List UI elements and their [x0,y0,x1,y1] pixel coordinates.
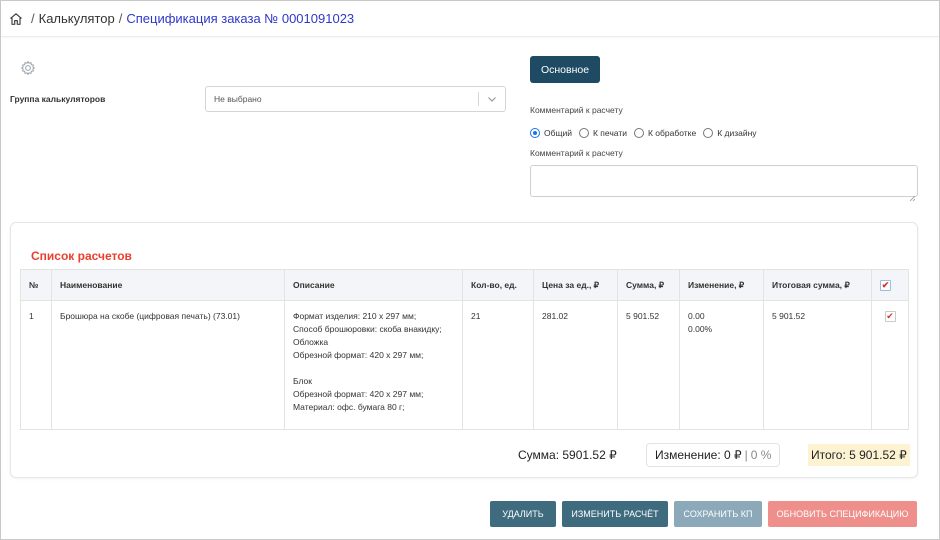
calculator-group-label: Группа калькуляторов [10,94,106,104]
home-icon[interactable] [9,12,23,26]
comment-textarea[interactable] [530,165,918,202]
radio-processing-indicator[interactable] [633,128,644,138]
description-line: Обложка [293,337,329,347]
column-header-unit-price: Цена за ед., ₽ [533,269,618,301]
breadcrumb-item-calculator[interactable]: Калькулятор [39,11,115,26]
select-divider [478,92,479,106]
radio-general-label: Общий [544,128,572,138]
row-unit-price: 281.02 [533,300,618,430]
save-kp-button[interactable]: Сохранить КП [674,501,762,527]
change-total-separator: | [744,448,748,462]
row-total: 5 901.52 [763,300,872,430]
gear-icon[interactable] [20,60,36,76]
description-line: Материал: офс. бумага 80 г; [293,402,405,412]
column-header-description: Описание [284,269,463,301]
change-total-percent: 0 % [750,448,772,462]
description-line: Блок [293,376,312,386]
change-total-value: Изменение: 0 ₽ [655,448,742,462]
comment-field-label: Комментарий к расчету [530,148,623,158]
row-change: 0.00 0.00% [679,300,764,430]
breadcrumb-separator: / [31,11,35,26]
radio-design-label: К дизайну [717,128,757,138]
comment-type-label: Комментарий к расчету [530,105,623,115]
chevron-down-icon [487,94,497,104]
column-header-sum: Сумма, ₽ [617,269,680,301]
description-line: Обрезной формат: 420 x 297 мм; [293,389,424,399]
resize-grip-icon[interactable] [909,188,916,202]
row-quantity: 21 [462,300,534,430]
select-all-checkbox[interactable]: ✔ [880,279,891,291]
row-change-value: 0.00 [688,311,705,321]
breadcrumb-item-specification[interactable]: Спецификация заказа № 0001091023 [126,11,354,26]
radio-processing-label: К обработке [647,128,697,138]
row-sum: 5 901.52 [617,300,680,430]
radio-design[interactable]: К дизайну [703,128,757,138]
radio-processing[interactable]: К обработке [633,128,697,138]
row-checkbox[interactable]: ✔ [884,311,896,322]
row-select: ✔ [871,300,909,430]
calculation-table: № Наименование Описание Кол-во, ед. Цена… [20,269,909,430]
calculator-group-select[interactable]: Не выбрано [205,86,506,112]
sum-total: Сумма: 5901.52 ₽ [518,448,617,462]
calculation-list-title: Список расчетов [31,249,132,263]
column-header-number: № [20,269,52,301]
breadcrumb-separator: / [118,11,123,26]
column-header-change: Изменение, ₽ [679,269,764,301]
description-line: Способ брошюровки: скоба внакидку; [293,324,442,334]
calculator-group-value: Не выбрано [214,94,262,104]
calculation-list-card: Список расчетов № Наименование Описание … [10,222,918,478]
radio-design-indicator[interactable] [703,128,714,138]
column-header-select: ✔ [871,269,909,301]
main-tab-button[interactable]: Основное [530,56,600,83]
radio-general-indicator[interactable] [530,128,540,138]
radio-general[interactable]: Общий [530,128,572,138]
radio-print-indicator[interactable] [578,128,589,138]
comment-type-radios: Общий К печати К обработке К дизайну [530,128,764,138]
column-header-total: Итоговая сумма, ₽ [763,269,872,301]
row-change-percent: 0.00% [688,324,713,334]
radio-print-label: К печати [592,128,627,138]
row-description: Формат изделия: 210 x 297 мм; Способ бро… [284,300,463,430]
column-header-quantity: Кол-во, ед. [462,269,534,301]
update-specification-button[interactable]: Обновить спецификацию [768,501,917,527]
row-name: Брошюра на скобе (цифровая печать) (73.0… [51,300,285,430]
radio-print[interactable]: К печати [578,128,627,138]
table-row[interactable]: 1 Брошюра на скобе (цифровая печать) (73… [20,300,909,430]
table-header-row: № Наименование Описание Кол-во, ед. Цена… [20,269,909,301]
description-spacer [293,362,454,375]
description-line: Формат изделия: 210 x 297 мм; [293,311,417,321]
grand-total: Итого: 5 901.52 ₽ [808,444,910,466]
delete-button[interactable]: Удалить [490,501,556,527]
edit-calculation-button[interactable]: Изменить расчёт [562,501,668,527]
breadcrumb: / Калькулятор / Спецификация заказа № 00… [1,1,939,37]
change-total: Изменение: 0 ₽ | 0 % [646,443,781,467]
row-number: 1 [20,300,52,430]
description-line: Обрезной формат: 420 x 297 мм; [293,350,424,360]
column-header-name: Наименование [51,269,285,301]
